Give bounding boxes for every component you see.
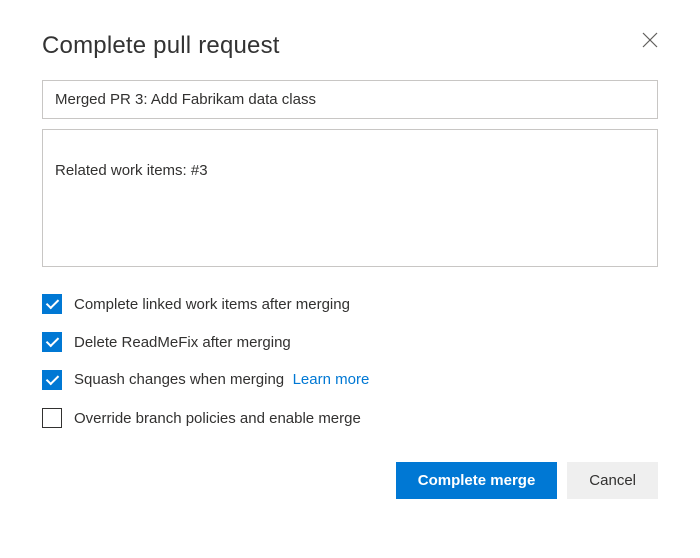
cancel-button[interactable]: Cancel (567, 462, 658, 499)
commit-description-input[interactable]: Related work items: #3 (42, 129, 658, 267)
complete-pr-dialog: Complete pull request Related work items… (10, 8, 690, 519)
label-delete-branch[interactable]: Delete ReadMeFix after merging (74, 334, 291, 351)
label-squash-wrapper: Squash changes when merging Learn more (74, 371, 369, 389)
option-complete-work-items: Complete linked work items after merging (42, 294, 658, 314)
dialog-footer: Complete merge Cancel (10, 446, 690, 511)
merge-options: Complete linked work items after merging… (42, 294, 658, 428)
learn-more-link[interactable]: Learn more (293, 371, 370, 388)
checkbox-override-policies[interactable] (42, 408, 62, 428)
label-override-policies[interactable]: Override branch policies and enable merg… (74, 410, 361, 427)
checkbox-squash[interactable] (42, 370, 62, 390)
commit-title-input[interactable] (42, 80, 658, 119)
option-override-policies: Override branch policies and enable merg… (42, 408, 658, 428)
checkbox-delete-branch[interactable] (42, 332, 62, 352)
label-complete-work-items[interactable]: Complete linked work items after merging (74, 296, 350, 313)
dialog-header: Complete pull request (10, 8, 690, 80)
dialog-body: Related work items: #3 Complete linked w… (10, 80, 690, 428)
checkbox-complete-work-items[interactable] (42, 294, 62, 314)
option-squash: Squash changes when merging Learn more (42, 370, 658, 390)
dialog-title: Complete pull request (42, 32, 280, 60)
close-icon (642, 32, 658, 48)
close-button[interactable] (638, 28, 662, 52)
label-squash[interactable]: Squash changes when merging (74, 371, 284, 388)
option-delete-branch: Delete ReadMeFix after merging (42, 332, 658, 352)
complete-merge-button[interactable]: Complete merge (396, 462, 558, 499)
